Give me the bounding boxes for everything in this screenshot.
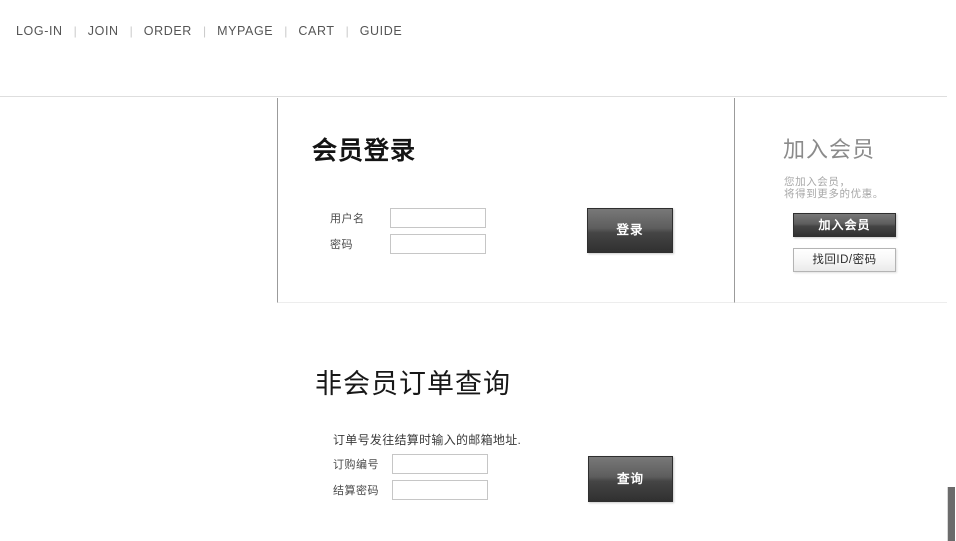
- username-field-row: 用户名: [330, 208, 486, 228]
- nav-item-order[interactable]: ORDER: [144, 22, 192, 40]
- settlement-password-label: 结算密码: [333, 485, 379, 497]
- nav-separator: |: [129, 24, 133, 38]
- password-label: 密码: [330, 239, 353, 251]
- member-login-form: 用户名 密码: [330, 208, 486, 260]
- join-description-line-2: 将得到更多的优惠。: [784, 188, 884, 200]
- nav-item-guide[interactable]: GUIDE: [360, 22, 403, 40]
- non-member-heading: 非会员订单查询: [315, 369, 511, 400]
- join-member-description: 您加入会员， 将得到更多的优惠。: [784, 176, 884, 200]
- join-member-panel: 加入会员 您加入会员， 将得到更多的优惠。 加入会员 找回ID/密码: [735, 98, 956, 303]
- password-input[interactable]: [390, 234, 486, 254]
- nav-separator: |: [202, 24, 207, 38]
- vertical-scrollbar-thumb[interactable]: [947, 487, 955, 541]
- nav-separator: |: [345, 24, 349, 38]
- nav-item-join[interactable]: JOIN: [88, 22, 119, 40]
- nav-item-cart[interactable]: CART: [298, 22, 334, 40]
- non-member-lookup-form: 订购编号 结算密码: [333, 454, 488, 506]
- member-login-heading: 会员登录: [312, 136, 417, 165]
- join-member-button[interactable]: 加入会员: [793, 213, 896, 237]
- nav-item-mypage[interactable]: MYPAGE: [217, 22, 273, 40]
- order-number-field-row: 订购编号: [333, 454, 488, 474]
- join-description-line-1: 您加入会员，: [784, 176, 851, 188]
- vertical-scrollbar-track[interactable]: [947, 0, 956, 541]
- join-member-heading: 加入会员: [783, 138, 876, 163]
- login-submit-button[interactable]: 登录: [587, 208, 673, 253]
- nav-separator: |: [73, 24, 77, 38]
- order-number-label: 订购编号: [333, 459, 379, 471]
- top-navigation-bar: LOG-IN | JOIN | ORDER | MYPAGE | CART | …: [0, 0, 956, 97]
- nav-item-list: LOG-IN | JOIN | ORDER | MYPAGE | CART | …: [16, 22, 402, 40]
- non-member-description: 订单号发往结算时输入的邮箱地址.: [333, 433, 522, 447]
- order-number-input[interactable]: [392, 454, 488, 474]
- find-id-password-button[interactable]: 找回ID/密码: [793, 248, 896, 272]
- nav-separator: |: [284, 24, 288, 38]
- password-field-row: 密码: [330, 234, 486, 254]
- settlement-password-input[interactable]: [392, 480, 488, 500]
- order-lookup-submit-button[interactable]: 查询: [588, 456, 673, 502]
- member-login-panel: 会员登录 用户名 密码 登录: [277, 98, 735, 303]
- nav-item-log-in[interactable]: LOG-IN: [16, 22, 63, 40]
- username-input[interactable]: [390, 208, 486, 228]
- settlement-password-field-row: 结算密码: [333, 480, 488, 500]
- username-label: 用户名: [330, 213, 365, 225]
